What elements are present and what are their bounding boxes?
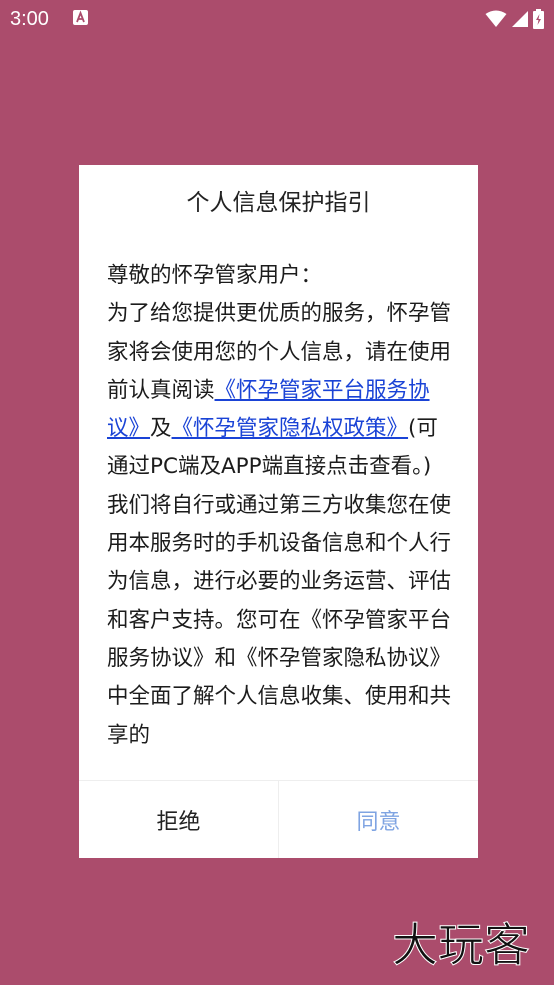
watermark-text: 大玩客 [392, 918, 530, 972]
intro-paragraph: 为了给您提供更优质的服务，怀孕管家将会使用您的个人信息，请在使用前认真阅读《怀孕… [107, 295, 453, 486]
battery-icon [533, 9, 544, 29]
dialog-title: 个人信息保护指引 [186, 190, 371, 216]
status-time: 3:00 [10, 8, 49, 30]
watermark-logo: 大玩客 [392, 918, 531, 973]
agree-button[interactable]: 同意 [279, 781, 478, 858]
reject-button[interactable]: 拒绝 [79, 781, 279, 858]
privacy-policy-link[interactable]: 《怀孕管家隐私权政策》 [172, 416, 409, 441]
dialog-body[interactable]: 尊敬的怀孕管家用户： 为了给您提供更优质的服务，怀孕管家将会使用您的个人信息，请… [107, 257, 453, 755]
wifi-icon [485, 10, 507, 27]
and-text: 及 [150, 416, 172, 442]
status-bar: 3:00 [0, 0, 554, 38]
dialog-footer: 拒绝 同意 [79, 780, 478, 858]
detail-paragraph: 我们将自行或通过第三方收集您在使用本服务时的手机设备信息和个人行为信息，进行必要… [107, 492, 452, 748]
status-icons [485, 9, 544, 29]
signal-icon [512, 11, 528, 27]
notification-icon [73, 10, 88, 25]
greeting-text: 尊敬的怀孕管家用户： [107, 263, 323, 288]
privacy-dialog: 个人信息保护指引 尊敬的怀孕管家用户： 为了给您提供更优质的服务，怀孕管家将会使… [79, 165, 478, 858]
